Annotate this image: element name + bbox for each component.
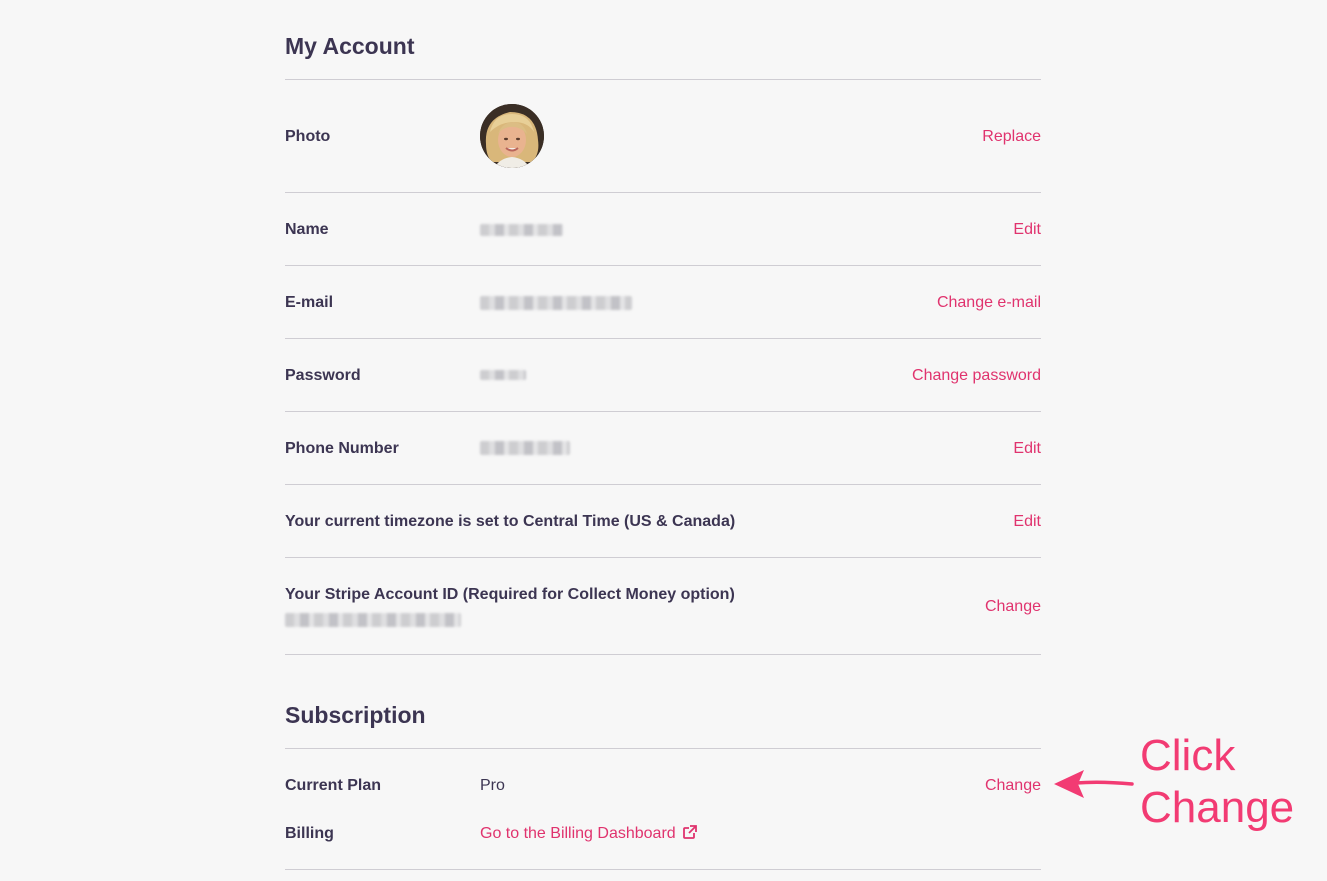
divider (285, 654, 1041, 655)
divider (285, 748, 1041, 749)
divider (285, 338, 1041, 339)
phone-value-redacted (480, 441, 570, 455)
password-label: Password (285, 367, 361, 384)
phone-label: Phone Number (285, 440, 399, 457)
name-value-redacted (480, 224, 563, 236)
annotation-line-2: Change (1140, 783, 1295, 832)
divider (285, 484, 1041, 485)
current-plan-value: Pro (480, 777, 505, 794)
divider (285, 869, 1041, 870)
click-change-annotation: Click Change (1140, 730, 1294, 834)
divider (285, 265, 1041, 266)
email-label: E-mail (285, 294, 334, 311)
billing-dashboard-label: Go to the Billing Dashboard (480, 825, 676, 842)
stripe-id-redacted (285, 613, 461, 627)
billing-label: Billing (285, 825, 334, 842)
stripe-label: Your Stripe Account ID (Required for Col… (285, 586, 735, 603)
photo-label: Photo (285, 128, 331, 145)
change-password-link[interactable]: Change password (912, 367, 1041, 385)
change-stripe-link[interactable]: Change (985, 598, 1041, 616)
replace-photo-link[interactable]: Replace (982, 128, 1041, 146)
change-email-link[interactable]: Change e-mail (937, 294, 1041, 312)
arrow-left-icon (1050, 764, 1134, 809)
name-label: Name (285, 221, 329, 238)
divider (285, 411, 1041, 412)
change-plan-link[interactable]: Change (985, 777, 1041, 795)
page-title: My Account (285, 33, 415, 59)
current-plan-label: Current Plan (285, 777, 382, 794)
edit-phone-link[interactable]: Edit (1013, 440, 1041, 458)
subscription-title: Subscription (285, 702, 426, 728)
avatar (480, 104, 544, 168)
billing-dashboard-link[interactable]: Go to the Billing Dashboard (480, 825, 698, 844)
divider (285, 192, 1041, 193)
edit-timezone-link[interactable]: Edit (1013, 513, 1041, 531)
email-value-redacted (480, 296, 632, 310)
divider (285, 79, 1041, 80)
edit-name-link[interactable]: Edit (1013, 221, 1041, 239)
password-value-redacted (480, 370, 526, 380)
divider (285, 557, 1041, 558)
timezone-label: Your current timezone is set to Central … (285, 513, 736, 530)
external-link-icon (683, 825, 698, 844)
annotation-line-1: Click (1140, 731, 1236, 780)
